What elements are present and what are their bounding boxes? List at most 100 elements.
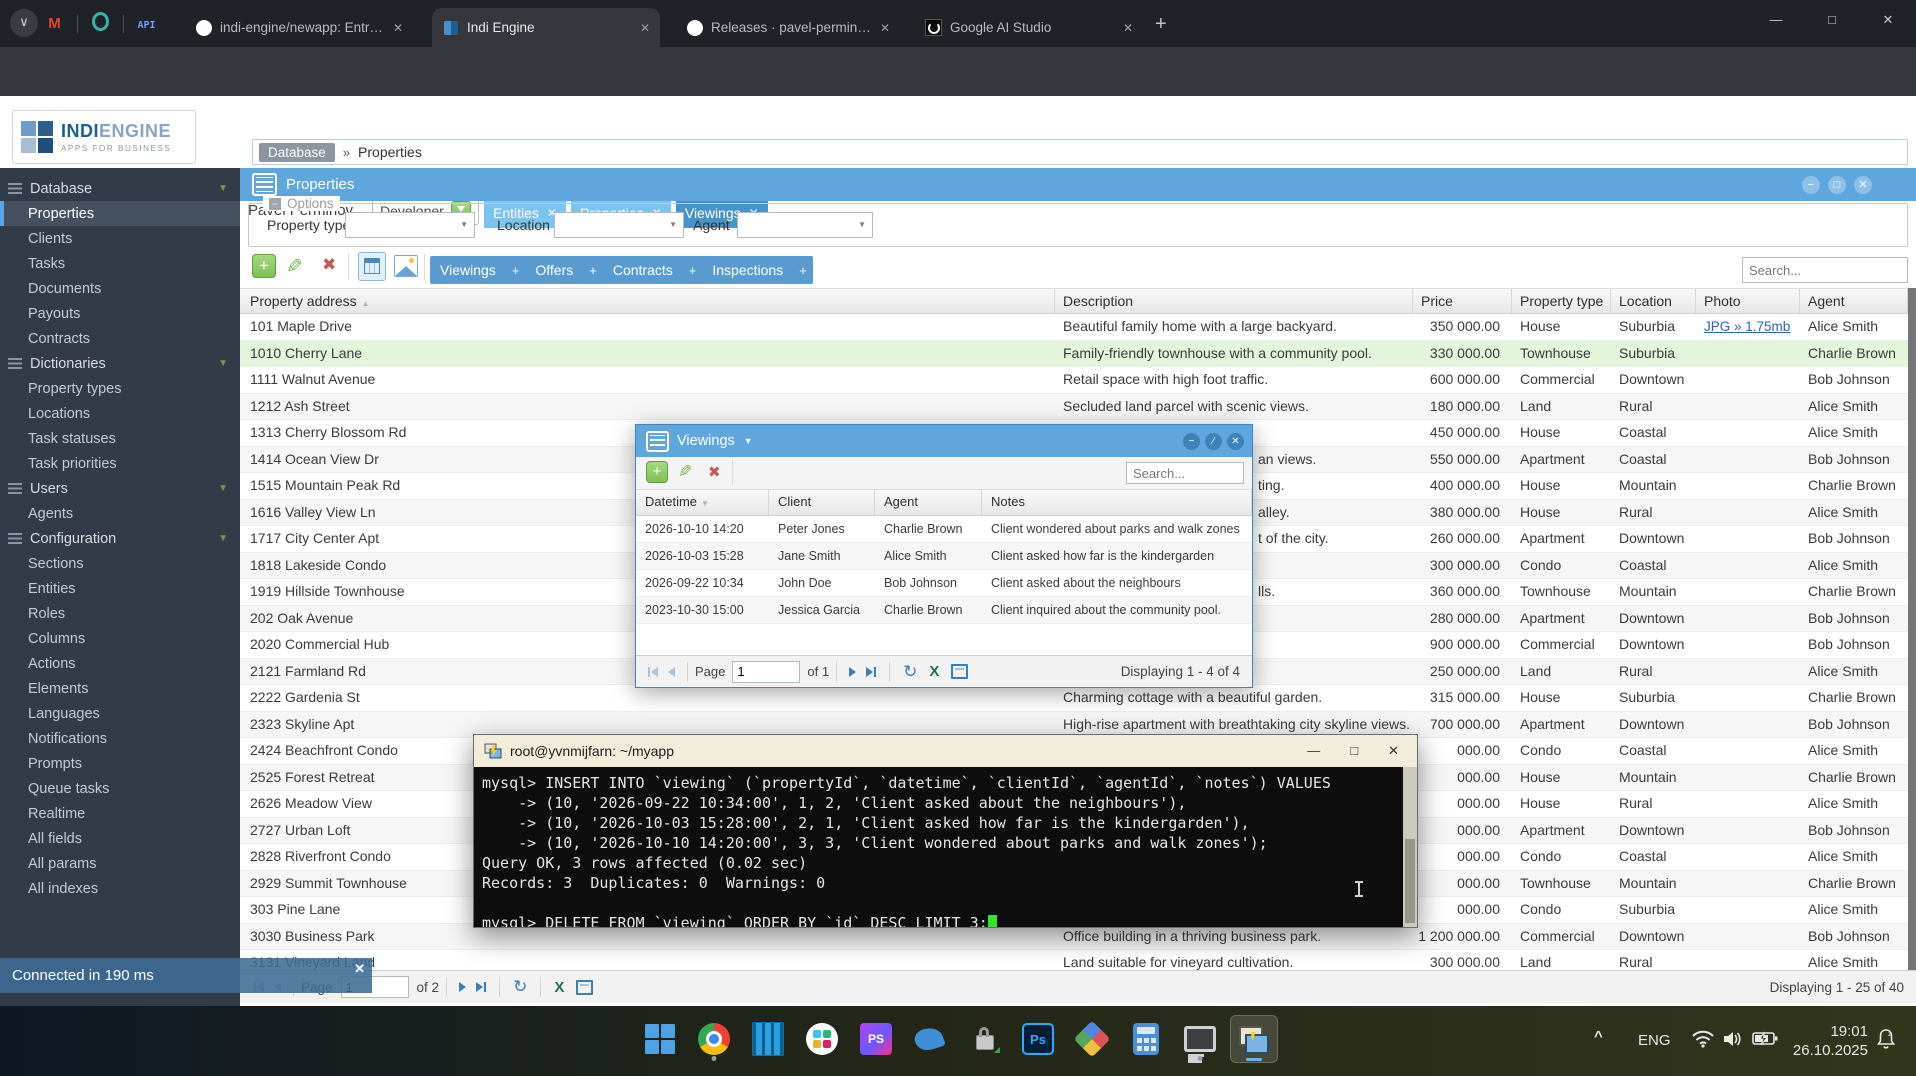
sidebar-item-payouts[interactable]: Payouts [0,301,240,326]
taskbar-start-icon[interactable] [636,1015,684,1063]
table-row[interactable]: 2222 Gardenia StCharming cottage with a … [240,685,1908,712]
language-indicator[interactable]: ENG [1638,1032,1671,1049]
terminal-scrollbar[interactable] [1403,767,1417,927]
sidebar-group-database[interactable]: Database▼ [0,176,240,201]
search-input[interactable] [1742,257,1908,283]
column-header-location[interactable]: Location [1611,289,1696,313]
toast-close-icon[interactable]: ✕ [354,961,365,977]
taskbar-slack-icon[interactable] [798,1015,846,1063]
column-header-price[interactable]: Price [1413,289,1512,313]
browser-tab[interactable]: Google AI Studio✕ [915,8,1143,47]
delete-record-icon[interactable]: ✖ [322,255,336,275]
grid-view-button[interactable] [358,252,386,281]
browser-tab[interactable]: indi-engine/newapp: Entry poin✕ [185,8,413,47]
viewings-title-menu-icon[interactable]: ▼ [744,436,753,446]
tab-close-icon[interactable]: ✕ [1123,21,1133,35]
sidebar-item-realtime[interactable]: Realtime [0,801,240,826]
taskbar-dolphin-icon[interactable] [906,1015,954,1063]
taskbar-chrome-icon[interactable] [690,1015,738,1063]
tab-close-icon[interactable]: ✕ [393,21,403,35]
viewing-row[interactable]: 2026-10-03 15:28Jane SmithAlice SmithCli… [636,543,1252,570]
column-header-agent[interactable]: Agent [1800,289,1908,313]
sidebar-item-roles[interactable]: Roles [0,601,240,626]
sidebar-item-all-params[interactable]: All params [0,851,240,876]
print-icon[interactable] [576,980,593,995]
sidebar-item-agents[interactable]: Agents [0,501,240,526]
sidebar-item-queue-tasks[interactable]: Queue tasks [0,776,240,801]
sidebar-item-actions[interactable]: Actions [0,651,240,676]
add-inspections-icon[interactable]: + [793,263,813,278]
wifi-icon[interactable] [1692,1030,1714,1048]
grid-scrollbar[interactable] [1908,288,1916,1003]
viewing-row[interactable]: 2026-09-22 10:34John DoeBob JohnsonClien… [636,570,1252,597]
column-header-notes[interactable]: Notes [982,490,1252,516]
panel-maximize-icon[interactable]: □ [1828,176,1846,194]
window-minimize-button[interactable]: — [1748,0,1804,40]
sidebar-item-task-statuses[interactable]: Task statuses [0,426,240,451]
sidebar-group-dictionaries[interactable]: Dictionaries▼ [0,351,240,376]
export-excel-icon[interactable]: X [554,979,564,996]
related-tab-viewings[interactable]: Viewings [430,262,506,278]
sidebar-item-task-priorities[interactable]: Task priorities [0,451,240,476]
clock[interactable]: 19:01 26.10.2025 [1790,1022,1868,1060]
browser-tab[interactable]: Indi Engine✕ [432,8,660,47]
viewings-minimize-icon[interactable]: − [1183,433,1200,450]
taskbar-server-icon[interactable] [744,1015,792,1063]
volume-icon[interactable] [1722,1030,1744,1048]
location-combobox[interactable] [554,212,684,238]
taskbar-putty-icon[interactable] [1230,1015,1278,1063]
chart-view-button[interactable] [394,255,418,277]
add-offers-icon[interactable]: + [583,263,603,278]
page-number-input[interactable] [732,661,800,683]
last-page-icon[interactable] [866,667,877,677]
sidebar-item-notifications[interactable]: Notifications [0,726,240,751]
add-viewings-icon[interactable]: + [506,263,526,278]
sidebar-item-sections[interactable]: Sections [0,551,240,576]
edit-record-icon[interactable]: ✎ [286,254,303,279]
column-header-property-type[interactable]: Property type [1512,289,1611,313]
table-row[interactable]: 101 Maple DriveBeautiful family home wit… [240,314,1908,341]
grid-header[interactable]: Property address▲DescriptionPricePropert… [240,288,1908,314]
refresh-icon[interactable]: ↻ [903,662,917,682]
api-icon[interactable]: API [138,17,155,34]
ring-logo-icon[interactable] [92,13,109,30]
breadcrumb-root[interactable]: Database [259,143,335,162]
first-page-icon[interactable] [647,667,658,677]
terminal-output[interactable]: mysql> INSERT INTO `viewing` (`propertyI… [474,767,1403,927]
sidebar-item-documents[interactable]: Documents [0,276,240,301]
viewings-edit-icon[interactable]: ✎ [678,462,692,482]
column-header-datetime[interactable]: Datetime▼ [636,490,769,516]
sidebar-item-columns[interactable]: Columns [0,626,240,651]
viewings-grid-header[interactable]: Datetime▼ClientAgentNotes [636,490,1252,516]
window-maximize-button[interactable]: □ [1804,0,1860,40]
table-row[interactable]: 1212 Ash StreetSecluded land parcel with… [240,394,1908,421]
sidebar-item-elements[interactable]: Elements [0,676,240,701]
sidebar-item-all-indexes[interactable]: All indexes [0,876,240,901]
viewing-row[interactable]: 2023-10-30 15:00Jessica GarciaCharlie Br… [636,597,1252,624]
tab-search-button[interactable]: ∨ [10,9,38,37]
sidebar-item-locations[interactable]: Locations [0,401,240,426]
add-contracts-icon[interactable]: + [683,263,703,278]
taskbar-photoshop-icon[interactable]: Ps [1014,1015,1062,1063]
property-type-combobox[interactable] [345,212,475,238]
viewing-row[interactable]: 2026-10-10 14:20Peter JonesCharlie Brown… [636,516,1252,543]
last-page-icon[interactable] [476,982,487,992]
related-tab-inspections[interactable]: Inspections [702,262,793,278]
notification-bell-icon[interactable]: z [1876,1028,1896,1050]
sidebar-group-users[interactable]: Users▼ [0,476,240,501]
table-row[interactable]: 3131 Vineyard LandLand suitable for vine… [240,950,1908,970]
export-excel-icon[interactable]: X [929,663,939,680]
taskbar-calculator-icon[interactable] [1122,1015,1170,1063]
table-row[interactable]: 1010 Cherry LaneFamily-friendly townhous… [240,341,1908,368]
browser-tab[interactable]: Releases · pavel-perminov/mya✕ [676,8,900,47]
tray-expand-icon[interactable]: ^ [1594,1028,1603,1045]
taskbar-kdiff-icon[interactable] [1068,1015,1116,1063]
column-header-client[interactable]: Client [769,490,875,516]
taskbar-winscp-icon[interactable] [960,1015,1008,1063]
table-row[interactable]: 1111 Walnut AvenueRetail space with high… [240,367,1908,394]
refresh-icon[interactable]: ↻ [513,977,527,997]
viewings-close-icon[interactable]: ✕ [1227,433,1244,450]
column-header-photo[interactable]: Photo [1696,289,1800,313]
terminal-minimize-icon[interactable]: — [1307,743,1320,759]
prev-page-icon[interactable] [668,667,675,677]
